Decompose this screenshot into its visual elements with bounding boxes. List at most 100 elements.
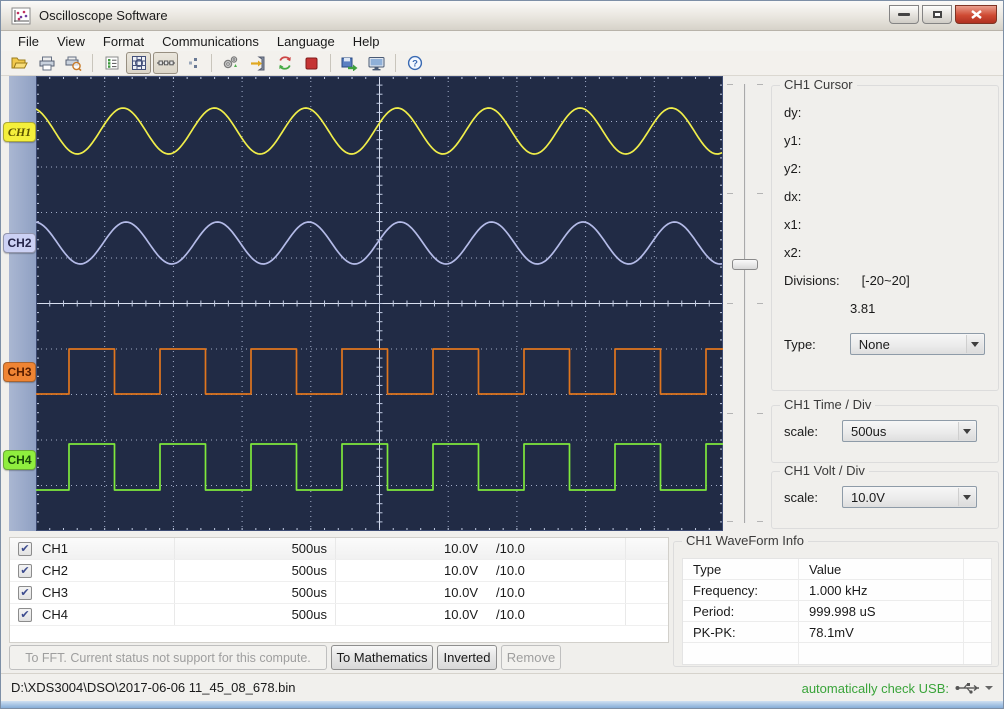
- info-row-frequency: Frequency: 1.000 kHz: [683, 580, 991, 601]
- ch1-time: 500us: [175, 538, 336, 559]
- ch1-volt: 10.0V: [336, 538, 486, 559]
- table-row-ch3[interactable]: ✔ CH3 500us 10.0V /10.0: [10, 582, 668, 604]
- divisions-label: Divisions:: [784, 273, 840, 288]
- vertical-slider: [723, 76, 767, 531]
- waveform-info-table: Type Value Frequency: 1.000 kHz Period: …: [682, 558, 992, 665]
- time-div-title: CH1 Time / Div: [780, 397, 875, 412]
- checkbox-check-icon: ✔: [20, 609, 29, 620]
- channel-list-button[interactable]: [99, 52, 124, 74]
- channel-tag-ch3[interactable]: CH3: [3, 362, 36, 382]
- table-row-ch4[interactable]: ✔ CH4 500us 10.0V /10.0: [10, 604, 668, 626]
- checkbox-check-icon: ✔: [20, 565, 29, 576]
- remove-button[interactable]: Remove: [501, 645, 561, 670]
- menu-file[interactable]: File: [9, 32, 48, 51]
- ch3-name: CH3: [42, 585, 68, 600]
- open-file-button[interactable]: [7, 52, 32, 74]
- refresh-button[interactable]: [272, 52, 297, 74]
- cursor-field-dy: dy:: [772, 98, 998, 126]
- cursor-type-dropdown-button[interactable]: [966, 335, 983, 353]
- ch4-checkbox[interactable]: ✔: [18, 608, 32, 622]
- time-scale-label: scale:: [784, 424, 818, 439]
- grid-display-button[interactable]: [126, 52, 151, 74]
- app-window: Oscilloscope Software File View Format C…: [0, 0, 1004, 709]
- menu-view[interactable]: View: [48, 32, 94, 51]
- menu-help[interactable]: Help: [344, 32, 389, 51]
- dots-display-button[interactable]: [180, 52, 205, 74]
- print-preview-button[interactable]: [61, 52, 86, 74]
- settings-gears-button[interactable]: [218, 52, 243, 74]
- cursor-field-x2: x2:: [772, 238, 998, 266]
- menu-communications[interactable]: Communications: [153, 32, 268, 51]
- cursor-type-value: None: [859, 337, 890, 352]
- chevron-down-icon: [971, 342, 979, 347]
- ch4-name: CH4: [42, 607, 68, 622]
- stop-icon: [305, 57, 318, 70]
- cursor-field-x1: x1:: [772, 210, 998, 238]
- cursor-type-select[interactable]: None: [850, 333, 985, 355]
- usb-status-label: automatically check USB:: [802, 681, 949, 696]
- volt-div-title: CH1 Volt / Div: [780, 463, 869, 478]
- waveform-canvas: [36, 76, 723, 531]
- menu-bar: File View Format Communications Language…: [1, 31, 1003, 51]
- pkpk-value: 78.1mV: [799, 622, 964, 642]
- grid-display-icon: [131, 55, 147, 71]
- ch2-checkbox[interactable]: ✔: [18, 564, 32, 578]
- import-data-button[interactable]: [245, 52, 270, 74]
- volt-div-panel: CH1 Volt / Div scale: 10.0V: [771, 471, 999, 529]
- import-data-icon: [250, 56, 266, 71]
- stop-button[interactable]: [299, 52, 324, 74]
- time-scale-select[interactable]: 500us: [842, 420, 977, 442]
- time-scale-dropdown-button[interactable]: [958, 422, 975, 440]
- channel-tag-ch2[interactable]: CH2: [3, 233, 36, 253]
- slider-thumb[interactable]: [732, 259, 758, 270]
- time-scale-value: 500us: [851, 424, 886, 439]
- status-bar: D:\XDS3004\DSO\2017-06-06 11_45_08_678.b…: [1, 673, 1003, 701]
- dashed-display-button[interactable]: [153, 52, 178, 74]
- window-title: Oscilloscope Software: [39, 8, 168, 23]
- ch2-probe: /10.0: [486, 560, 626, 581]
- info-row-period: Period: 999.998 uS: [683, 601, 991, 622]
- to-mathematics-button[interactable]: To Mathematics: [331, 645, 433, 670]
- slider-tick-mark: [727, 303, 733, 304]
- inverted-button[interactable]: Inverted: [437, 645, 497, 670]
- ch4-volt: 10.0V: [336, 604, 486, 625]
- ch1-probe: /10.0: [486, 538, 626, 559]
- ch1-name: CH1: [42, 541, 68, 556]
- volt-scale-select[interactable]: 10.0V: [842, 486, 977, 508]
- dots-display-icon: [187, 57, 199, 69]
- table-row-ch2[interactable]: ✔ CH2 500us 10.0V /10.0: [10, 560, 668, 582]
- print-preview-icon: [65, 56, 82, 71]
- export-save-button[interactable]: [337, 52, 362, 74]
- volt-scale-dropdown-button[interactable]: [958, 488, 975, 506]
- info-row-pkpk: PK-PK: 78.1mV: [683, 622, 991, 643]
- slider-track[interactable]: [744, 84, 746, 523]
- ch3-time: 500us: [175, 582, 336, 603]
- channel-tag-ch1[interactable]: CH1: [3, 122, 36, 142]
- waveform-display[interactable]: [36, 76, 723, 531]
- ch3-checkbox[interactable]: ✔: [18, 586, 32, 600]
- info-row-empty: [683, 643, 991, 664]
- restore-icon: [933, 11, 942, 18]
- ch1-checkbox[interactable]: ✔: [18, 542, 32, 556]
- table-row-ch1[interactable]: ✔ CH1 500us 10.0V /10.0: [10, 538, 668, 560]
- channel-tag-ch4[interactable]: CH4: [3, 450, 36, 470]
- restore-button[interactable]: [922, 5, 952, 24]
- print-button[interactable]: [34, 52, 59, 74]
- channel-table: ✔ CH1 500us 10.0V /10.0 ✔ CH2 500us 10.0…: [9, 537, 669, 643]
- close-button[interactable]: [955, 5, 997, 24]
- ch2-time: 500us: [175, 560, 336, 581]
- close-icon: [971, 10, 982, 19]
- screen-capture-button[interactable]: [364, 52, 389, 74]
- ch3-volt: 10.0V: [336, 582, 486, 603]
- minimize-button[interactable]: [889, 5, 919, 24]
- cursor-panel: CH1 Cursor dy: y1: y2: dx: x1: x2: Divis…: [771, 85, 999, 391]
- toolbar-separator: [211, 54, 212, 72]
- menu-format[interactable]: Format: [94, 32, 153, 51]
- menu-language[interactable]: Language: [268, 32, 344, 51]
- ch2-volt: 10.0V: [336, 560, 486, 581]
- usb-dropdown-caret-icon[interactable]: [985, 686, 993, 690]
- to-fft-button[interactable]: To FFT. Current status not support for t…: [9, 645, 327, 670]
- help-button[interactable]: ?: [402, 52, 427, 74]
- info-col-type: Type: [683, 559, 799, 579]
- period-value: 999.998 uS: [799, 601, 964, 621]
